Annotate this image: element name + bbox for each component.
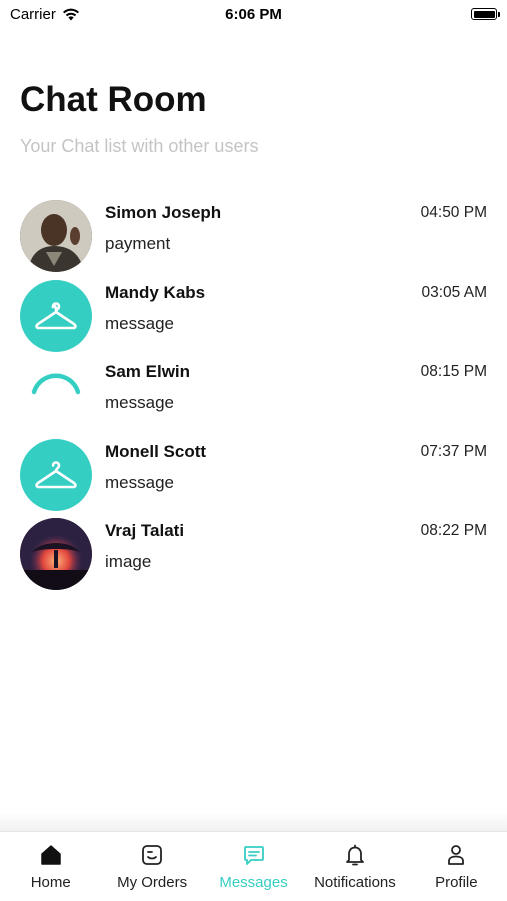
chat-time: 08:15 PM xyxy=(420,363,487,380)
person-photo-icon xyxy=(20,200,92,272)
chat-preview: message xyxy=(105,472,174,492)
scene-photo-icon xyxy=(20,518,92,590)
chat-preview: image xyxy=(105,552,152,571)
status-bar: Carrier 6:06 PM xyxy=(0,0,507,30)
avatar xyxy=(20,518,92,590)
orders-icon xyxy=(139,842,165,868)
chat-time: 07:37 PM xyxy=(420,442,487,460)
chat-name: Sam Elwin xyxy=(105,362,191,381)
status-time: 6:06 PM xyxy=(225,6,282,23)
avatar xyxy=(20,200,92,272)
chat-name: Monell Scott xyxy=(105,441,207,461)
chat-name: Mandy Kabs xyxy=(105,282,206,302)
chat-time: 03:05 AM xyxy=(421,283,488,301)
battery-icon xyxy=(471,8,500,20)
chat-item[interactable]: Sam Elwin 08:15 PM message xyxy=(0,354,507,434)
tab-home[interactable]: Home xyxy=(0,832,101,901)
tab-messages[interactable]: Messages xyxy=(203,832,304,901)
tab-label: Profile xyxy=(435,874,478,891)
chat-item[interactable]: Vraj Talati 08:22 PM image xyxy=(0,513,507,593)
hanger-icon xyxy=(35,460,77,488)
tab-bar-shadow xyxy=(0,812,507,832)
tab-bar: Home My Orders Messages Notifications Pr… xyxy=(0,831,507,901)
tab-label: My Orders xyxy=(117,874,188,891)
avatar xyxy=(20,279,92,352)
tab-profile[interactable]: Profile xyxy=(406,832,507,901)
chat-preview: message xyxy=(105,393,174,412)
page-title: Chat Room xyxy=(20,80,207,119)
chat-item[interactable]: Monell Scott 07:37 PM message xyxy=(0,434,507,514)
tab-label: Notifications xyxy=(314,874,396,891)
chat-name: Vraj Talati xyxy=(105,521,185,540)
bell-icon xyxy=(342,842,368,868)
tab-label: Home xyxy=(30,874,71,891)
messages-icon xyxy=(241,842,267,868)
avatar xyxy=(20,438,92,511)
tab-my-orders[interactable]: My Orders xyxy=(101,832,202,901)
chat-list: Simon Joseph 04:50 PM payment Mandy Kabs… xyxy=(0,195,507,593)
hanger-icon xyxy=(35,301,77,329)
chat-time: 08:22 PM xyxy=(420,522,487,539)
avatar xyxy=(20,359,92,431)
page-subtitle: Your Chat list with other users xyxy=(20,136,259,156)
chat-item[interactable]: Mandy Kabs 03:05 AM message xyxy=(0,275,507,355)
profile-icon xyxy=(443,842,469,868)
tab-notifications[interactable]: Notifications xyxy=(304,832,405,901)
chat-item[interactable]: Simon Joseph 04:50 PM payment xyxy=(0,195,507,275)
home-icon xyxy=(38,842,64,868)
loading-spinner-icon xyxy=(31,373,81,395)
chat-name: Simon Joseph xyxy=(105,203,222,222)
chat-preview: payment xyxy=(105,234,171,253)
chat-preview: message xyxy=(105,313,174,333)
tab-label: Messages xyxy=(219,874,288,891)
chat-time: 04:50 PM xyxy=(420,204,487,221)
